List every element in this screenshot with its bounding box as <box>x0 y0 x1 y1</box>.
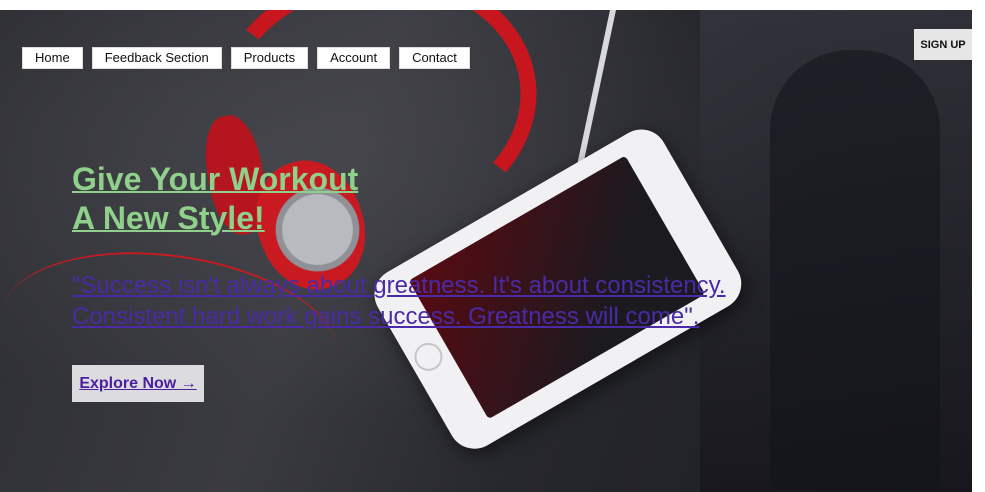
nav-account[interactable]: Account <box>317 47 391 69</box>
person-silhouette <box>770 50 940 490</box>
phone-home-button <box>409 337 448 377</box>
hero-quote[interactable]: "Success isn't always about greatness. I… <box>72 270 732 332</box>
sign-up-button[interactable]: SIGN UP <box>914 29 972 60</box>
hero-background <box>0 10 972 492</box>
nav-home[interactable]: Home <box>22 47 83 69</box>
main-navigation: Home Feedback Section Products Account C… <box>22 47 470 69</box>
explore-now-button[interactable]: Explore Now → <box>72 365 204 402</box>
headline-line-1: Give Your Workout <box>72 161 359 197</box>
nav-feedback-section[interactable]: Feedback Section <box>91 47 222 69</box>
hero-headline: Give Your Workout A New Style! <box>72 160 358 238</box>
quote-line-2: Consistent hard work gains success. Grea… <box>72 303 700 330</box>
quote-line-1: "Success isn't always about greatness. I… <box>72 272 726 299</box>
nav-contact[interactable]: Contact <box>399 47 470 69</box>
headline-line-2: A New Style! <box>72 200 265 236</box>
nav-products[interactable]: Products <box>230 47 309 69</box>
